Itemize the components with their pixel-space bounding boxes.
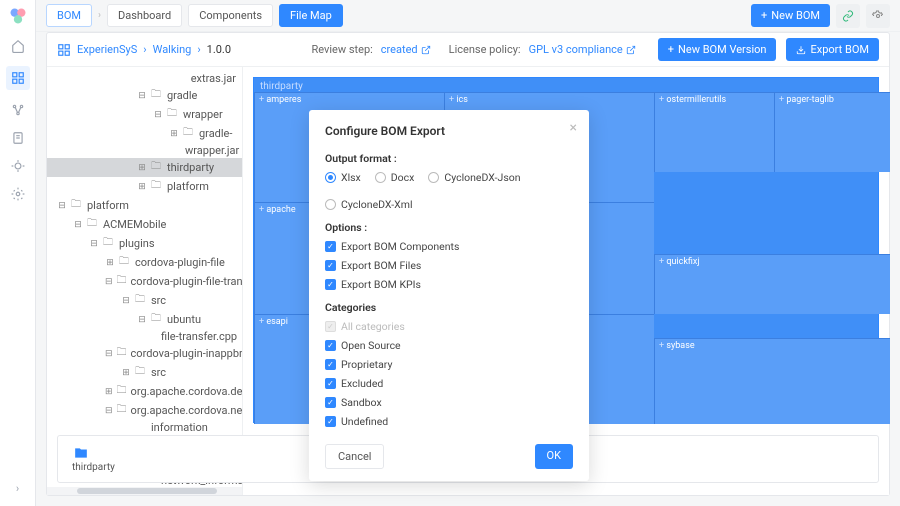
category-checkbox[interactable]: ✓ Proprietary (325, 358, 573, 371)
checkbox-icon: ✓ (325, 340, 336, 351)
export-config-modal: Configure BOM Export × Output format : X… (309, 110, 589, 481)
category-checkbox: ✓ All categories (325, 320, 573, 333)
checkbox-label: Export BOM Components (341, 240, 459, 253)
checkbox-icon: ✓ (325, 279, 336, 290)
modal-title: Configure BOM Export (325, 124, 573, 138)
radio-icon (375, 172, 386, 183)
categories-label: Categories (325, 301, 573, 314)
radio-label: CycloneDX-Xml (341, 198, 413, 211)
checkbox-label: Export BOM Files (341, 259, 421, 272)
option-checkbox[interactable]: ✓ Export BOM KPIs (325, 278, 573, 291)
checkbox-icon: ✓ (325, 416, 336, 427)
radio-icon (325, 172, 336, 183)
checkbox-label: Export BOM KPIs (341, 278, 421, 291)
format-radio[interactable]: CycloneDX-Json (428, 171, 520, 184)
category-checkbox[interactable]: ✓ Open Source (325, 339, 573, 352)
radio-label: Xlsx (341, 171, 361, 184)
format-radio[interactable]: Docx (375, 171, 415, 184)
cancel-button[interactable]: Cancel (325, 444, 384, 469)
checkbox-icon: ✓ (325, 241, 336, 252)
output-format-label: Output format : (325, 152, 573, 165)
checkbox-label: Excluded (341, 377, 383, 390)
radio-icon (428, 172, 439, 183)
radio-label: Docx (391, 171, 415, 184)
checkbox-label: Undefined (341, 415, 388, 428)
checkbox-icon: ✓ (325, 359, 336, 370)
format-radio[interactable]: CycloneDX-Xml (325, 198, 413, 211)
format-radio[interactable]: Xlsx (325, 171, 361, 184)
category-checkbox[interactable]: ✓ Sandbox (325, 396, 573, 409)
radio-label: CycloneDX-Json (444, 171, 520, 184)
option-checkbox[interactable]: ✓ Export BOM Files (325, 259, 573, 272)
category-checkbox[interactable]: ✓ Undefined (325, 415, 573, 428)
ok-button[interactable]: OK (535, 444, 573, 469)
checkbox-icon: ✓ (325, 397, 336, 408)
checkbox-icon: ✓ (325, 321, 336, 332)
checkbox-label: Proprietary (341, 358, 392, 371)
category-checkbox[interactable]: ✓ Excluded (325, 377, 573, 390)
close-icon[interactable]: × (570, 120, 577, 136)
checkbox-label: All categories (341, 320, 405, 333)
option-checkbox[interactable]: ✓ Export BOM Components (325, 240, 573, 253)
radio-icon (325, 199, 336, 210)
options-label: Options : (325, 221, 573, 234)
checkbox-icon: ✓ (325, 378, 336, 389)
checkbox-icon: ✓ (325, 260, 336, 271)
checkbox-label: Open Source (341, 339, 401, 352)
checkbox-label: Sandbox (341, 396, 382, 409)
